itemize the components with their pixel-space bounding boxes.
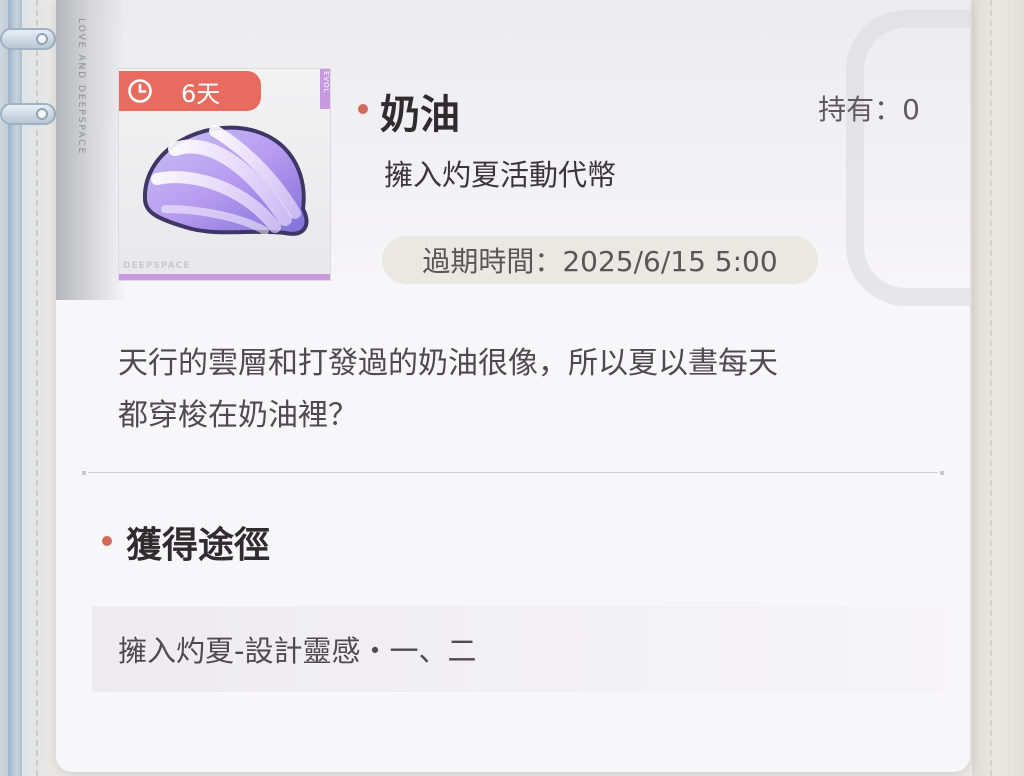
rarity-side-bar	[320, 69, 330, 280]
thumb-brand: DEEPSPACE	[123, 261, 191, 271]
owned-count: 持有：0	[818, 93, 920, 126]
title-bullet	[358, 104, 368, 114]
item-name: 奶油	[380, 91, 460, 138]
item-type: 擁入灼夏活動代幣	[384, 158, 617, 192]
item-detail-card: LOVE AND DEEPSPACE EVOL 6天 DEEPSPACE 奶油 …	[56, 0, 970, 772]
item-thumbnail: EVOL 6天 DEEPSPACE	[118, 68, 331, 281]
expiry-time: 過期時間：2025/6/15 5:00	[382, 236, 818, 284]
rarity-bottom-bar	[119, 274, 330, 280]
binder-ring-bottom	[0, 103, 56, 125]
section-divider	[82, 471, 944, 475]
description-line: 都穿梭在奶油裡？	[118, 398, 358, 433]
expiry-timer-badge: 6天	[119, 71, 261, 111]
stitch-right	[990, 0, 992, 776]
brand-vertical-text: LOVE AND DEEPSPACE	[76, 18, 86, 156]
thumb-tag: EVOL	[322, 71, 330, 94]
notebook-right-edge	[972, 0, 1024, 776]
binder-ring-top	[0, 28, 56, 50]
shell-icon	[142, 125, 309, 236]
source-entry[interactable]: 擁入灼夏-設計靈感・一、二	[118, 628, 476, 670]
clock-icon	[127, 78, 153, 104]
card-left-shade	[56, 0, 126, 300]
item-description: 天行的雲層和打發過的奶油很像，所以夏以晝每天 都穿梭在奶油裡？	[118, 338, 918, 442]
description-line: 天行的雲層和打發過的奶油很像，所以夏以晝每天	[118, 346, 778, 381]
section-bullet	[102, 536, 112, 546]
decorative-arc	[846, 10, 970, 306]
source-section-title: 獲得途徑	[126, 524, 271, 566]
timer-remaining: 6天	[181, 79, 221, 108]
